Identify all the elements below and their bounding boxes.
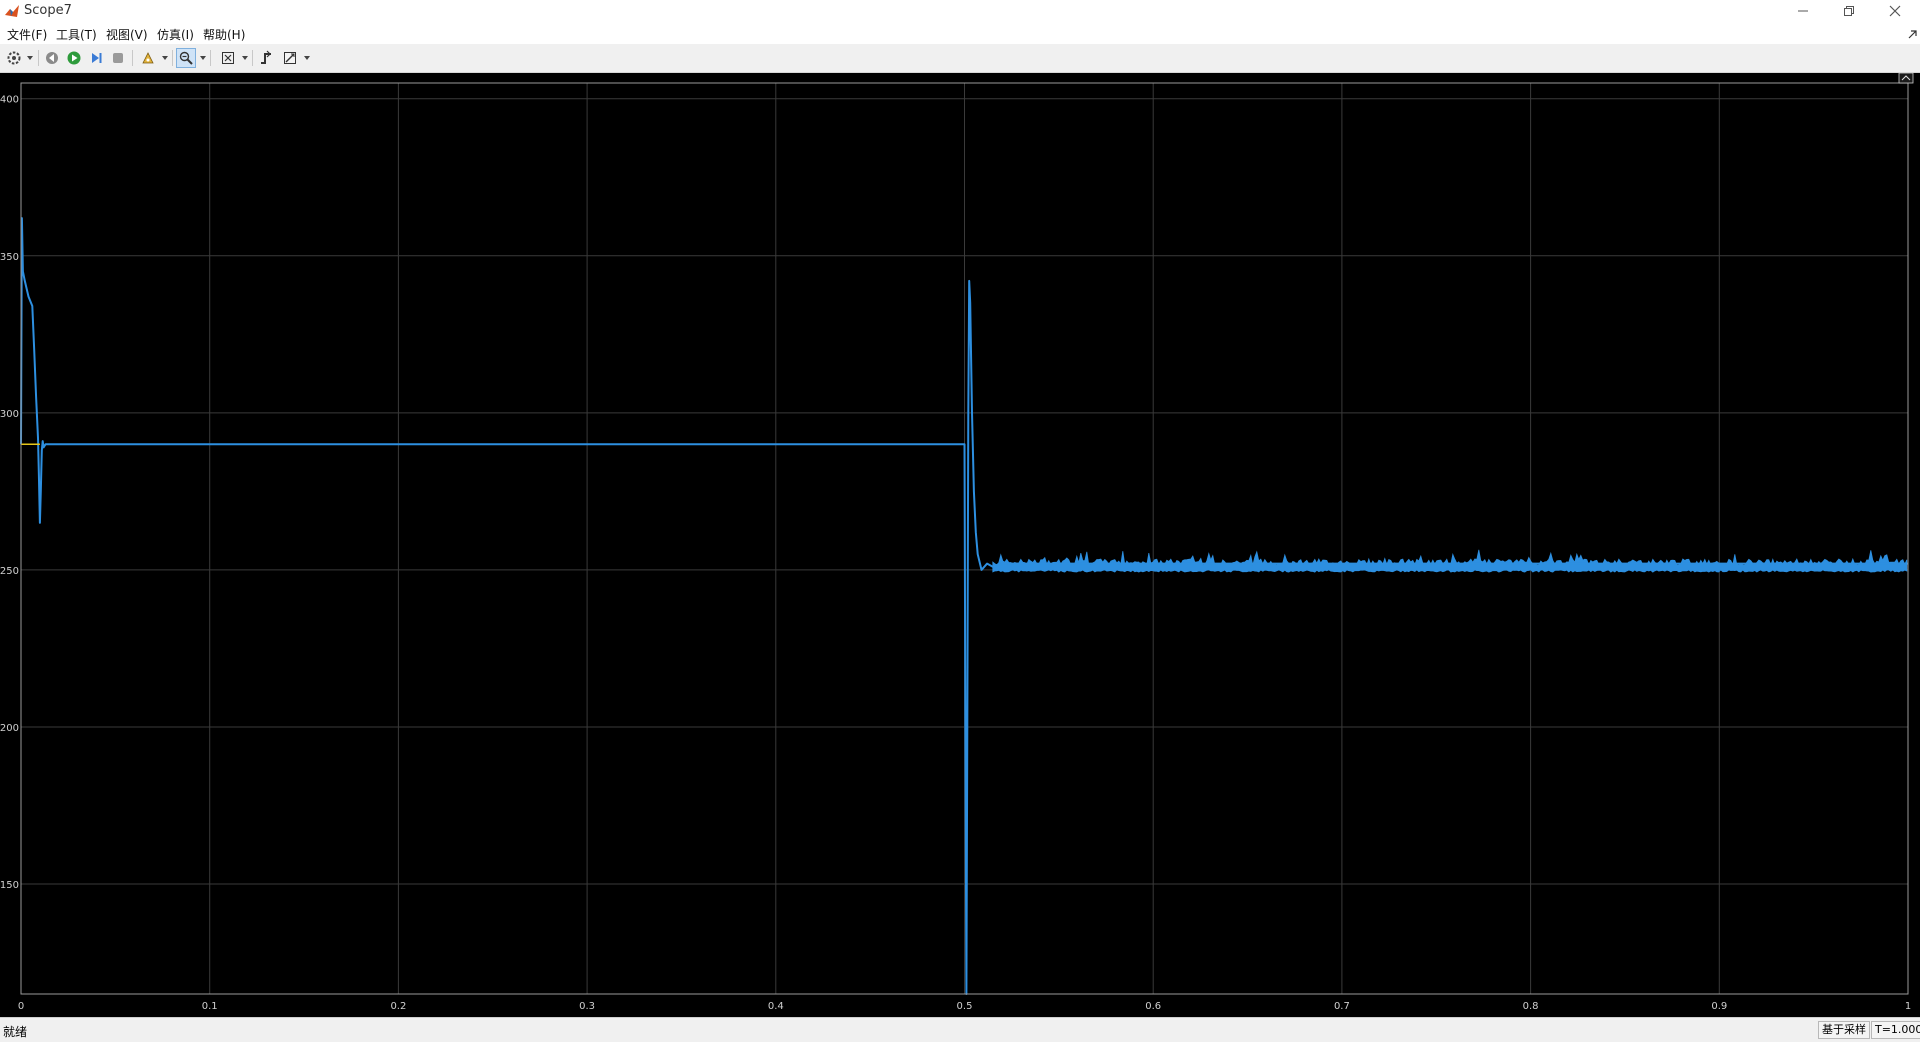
run-button[interactable] [64, 48, 84, 68]
run-icon [67, 51, 81, 65]
restore-icon [1844, 6, 1854, 16]
step-back-icon [46, 52, 58, 64]
scope-axes[interactable]: 0 0.1 0.2 0.3 0.4 0.5 0.6 0.7 0.8 0.9 1 150 200 250 30… [0, 72, 1920, 1017]
menu-file[interactable]: 文件(F) [7, 26, 47, 43]
x-tick-label: 0.2 [390, 1001, 406, 1012]
step-forward-button[interactable] [86, 48, 106, 68]
minimize-icon [1798, 10, 1808, 12]
x-tick-label: 0.9 [1711, 1001, 1727, 1012]
highlight-button[interactable] [138, 48, 158, 68]
matlab-logo-icon [4, 3, 20, 19]
cursor-measurements-icon [284, 52, 296, 64]
menu-simulation[interactable]: 仿真(I) [157, 26, 194, 43]
status-bar: 就绪 基于采样 T=1.000 [0, 1017, 1920, 1042]
cursor-measurements-button[interactable] [280, 48, 300, 68]
toolbar [0, 44, 1920, 73]
highlight-icon [142, 52, 154, 64]
y-tick-label: 150 [0, 880, 19, 891]
legend-toggle-box [1898, 72, 1914, 84]
zoom-dropdown-caret-icon[interactable] [200, 56, 206, 60]
x-tick-label: 0.8 [1523, 1001, 1539, 1012]
zoom-button[interactable] [176, 48, 196, 68]
y-tick-label: 300 [0, 409, 19, 420]
status-text: 就绪 [3, 1025, 28, 1039]
measurements-dropdown-caret-icon[interactable] [304, 56, 310, 60]
x-tick-label: 0.7 [1334, 1001, 1350, 1012]
step-back-button[interactable] [42, 48, 62, 68]
step-forward-icon [92, 53, 102, 63]
menu-view[interactable]: 视图(V) [106, 26, 148, 43]
scope-plot-panel[interactable]: 0 0.1 0.2 0.3 0.4 0.5 0.6 0.7 0.8 0.9 1 150 200 250 30… [0, 72, 1920, 1017]
fit-dropdown-caret-icon[interactable] [242, 56, 248, 60]
triggers-button[interactable] [256, 48, 276, 68]
stop-icon [113, 53, 123, 63]
x-tick-label: 0.1 [202, 1001, 218, 1012]
settings-button[interactable] [4, 48, 24, 68]
restore-button[interactable] [1826, 0, 1872, 22]
settings-icon [7, 51, 21, 65]
x-tick-label: 0.6 [1145, 1001, 1161, 1012]
y-tick-label: 250 [0, 566, 19, 577]
stop-button[interactable] [108, 48, 128, 68]
sample-mode-indicator: 基于采样 [1818, 1021, 1870, 1039]
toolbar-separator [210, 50, 211, 66]
triggers-icon [261, 50, 271, 64]
fit-to-view-icon [222, 52, 234, 64]
toolbar-separator [252, 50, 253, 66]
undock-arrow-icon[interactable] [1908, 30, 1917, 39]
y-tick-label: 400 [0, 95, 19, 106]
title-bar: Scope7 [0, 0, 1920, 22]
fit-to-view-button[interactable] [218, 48, 238, 68]
series-ripple-band [992, 549, 1908, 573]
window-title: Scope7 [24, 3, 72, 18]
legend-toggle-button[interactable] [1898, 72, 1914, 84]
menu-tools[interactable]: 工具(T) [56, 26, 97, 43]
toolbar-separator [172, 50, 173, 66]
toolbar-separator [132, 50, 133, 66]
menu-help[interactable]: 帮助(H) [203, 26, 245, 43]
y-tick-label: 350 [0, 252, 19, 263]
toolbar-separator [38, 50, 39, 66]
minimize-button[interactable] [1780, 0, 1826, 22]
x-tick-label: 0.4 [768, 1001, 784, 1012]
x-tick-label: 0 [18, 1001, 24, 1012]
close-button[interactable] [1872, 0, 1918, 22]
simulation-time-indicator: T=1.000 [1871, 1021, 1920, 1039]
x-tick-label: 0.3 [579, 1001, 595, 1012]
close-icon [1889, 5, 1901, 17]
zoom-icon [179, 51, 193, 65]
x-tick-label: 0.5 [957, 1001, 973, 1012]
menu-bar: 文件(F) 工具(T) 视图(V) 仿真(I) 帮助(H) [0, 22, 1920, 44]
x-tick-label: 1 [1905, 1001, 1911, 1012]
highlight-dropdown-caret-icon[interactable] [162, 56, 168, 60]
settings-dropdown-caret-icon[interactable] [27, 56, 33, 60]
y-tick-label: 200 [0, 723, 19, 734]
